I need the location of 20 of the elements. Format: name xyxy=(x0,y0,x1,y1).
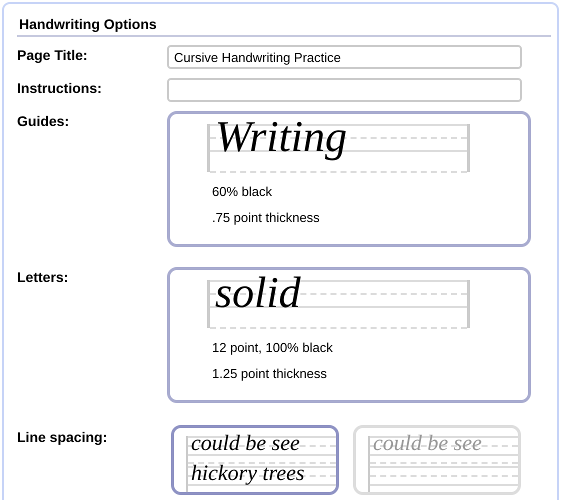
option-label: Letters: xyxy=(17,268,70,285)
option-label: Line spacing: xyxy=(17,428,108,445)
sample-text: solid xyxy=(215,267,301,319)
section-title: Handwriting Options xyxy=(17,16,551,37)
option-note: 60% black xyxy=(212,184,273,199)
sample-text: Writing xyxy=(215,111,348,163)
option-note: .75 point thickness xyxy=(212,210,321,225)
input-field[interactable]: Cursive Handwriting Practice xyxy=(167,45,522,69)
input-field[interactable] xyxy=(167,78,522,102)
field-label: Instructions: xyxy=(17,79,103,96)
option-note: 1.25 point thickness xyxy=(212,366,328,381)
option-note: 12 point, 100% black xyxy=(212,340,334,355)
sample-text: could be see xyxy=(373,430,482,456)
option-card[interactable]: solid 12 point, 100% black 1.25 point thickness xyxy=(167,267,531,403)
sample-text: could be see xyxy=(191,430,300,456)
spacing-choice[interactable]: could be see hickory trees xyxy=(171,425,339,495)
option-card[interactable]: Writing 60% black .75 point thickness xyxy=(167,111,531,247)
option-label: Guides: xyxy=(17,112,70,129)
sample-text: hickory trees xyxy=(191,460,304,486)
field-label: Page Title: xyxy=(17,46,89,63)
